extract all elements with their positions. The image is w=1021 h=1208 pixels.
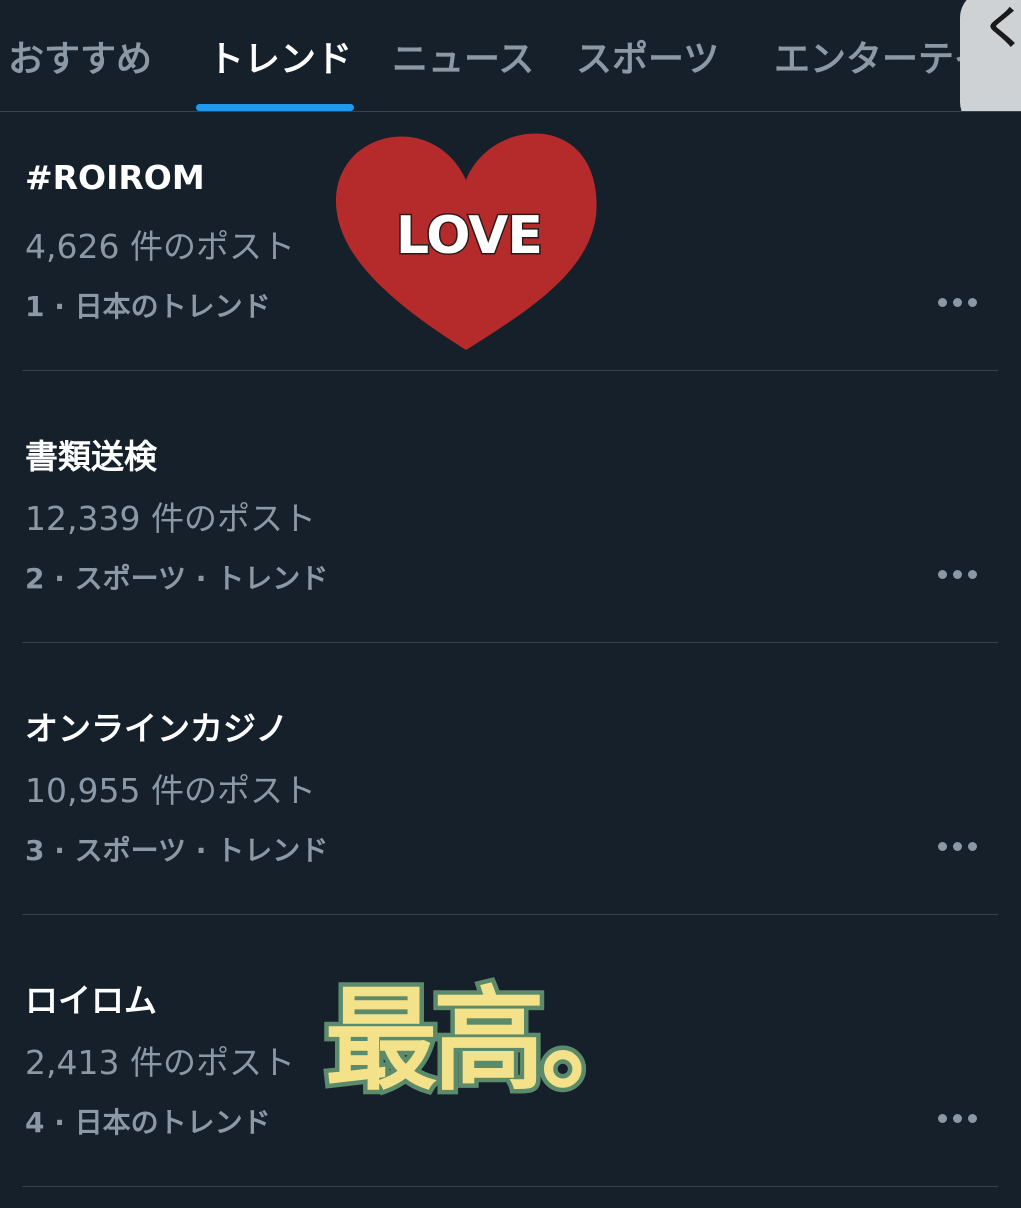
trend-item[interactable]: 書類送検 12,339 件のポスト 2 · スポーツ · トレンド — [0, 392, 1021, 664]
divider — [22, 914, 998, 915]
trend-post-count: 12,339 件のポスト — [25, 499, 316, 538]
divider — [22, 370, 998, 371]
tab-sports[interactable]: スポーツ — [576, 30, 719, 82]
trend-context: 4 · 日本のトレンド — [25, 1106, 271, 1139]
trend-post-count: 4,626 件のポスト — [25, 227, 295, 266]
back-button[interactable]: く — [960, 0, 1021, 111]
trend-post-count: 10,955 件のポスト — [25, 771, 316, 810]
trend-name: ロイロム — [25, 981, 157, 1020]
trend-name: オンラインカジノ — [25, 709, 289, 748]
explore-tab-bar: おすすめ トレンド ニュース スポーツ エンターテイ く — [0, 0, 1021, 112]
tab-entertainment[interactable]: エンターテイ — [774, 30, 990, 82]
tab-news[interactable]: ニュース — [392, 30, 534, 82]
trend-name: 書類送検 — [25, 437, 157, 476]
active-tab-indicator — [196, 104, 354, 111]
tab-recommended[interactable]: おすすめ — [8, 30, 152, 82]
trend-context: 3 · スポーツ · トレンド — [25, 834, 329, 867]
more-options-icon[interactable] — [936, 840, 980, 854]
saiko-sticker-text: 最高。 — [321, 976, 658, 1106]
trend-context: 2 · スポーツ · トレンド — [25, 562, 329, 595]
trend-name: #ROIROM — [25, 158, 205, 197]
tab-trending[interactable]: トレンド — [208, 30, 352, 82]
trend-post-count: 2,413 件のポスト — [25, 1043, 295, 1082]
more-options-icon[interactable] — [936, 1112, 980, 1126]
chevron-left-icon: く — [982, 0, 1021, 56]
trend-item[interactable]: オンラインカジノ 10,955 件のポスト 3 · スポーツ · トレンド — [0, 664, 1021, 936]
more-options-icon[interactable] — [936, 296, 980, 310]
divider — [22, 1186, 998, 1187]
love-sticker-text: LOVE — [395, 206, 545, 266]
divider — [22, 642, 998, 643]
trend-context: 1 · 日本のトレンド — [25, 290, 271, 323]
more-options-icon[interactable] — [936, 568, 980, 582]
